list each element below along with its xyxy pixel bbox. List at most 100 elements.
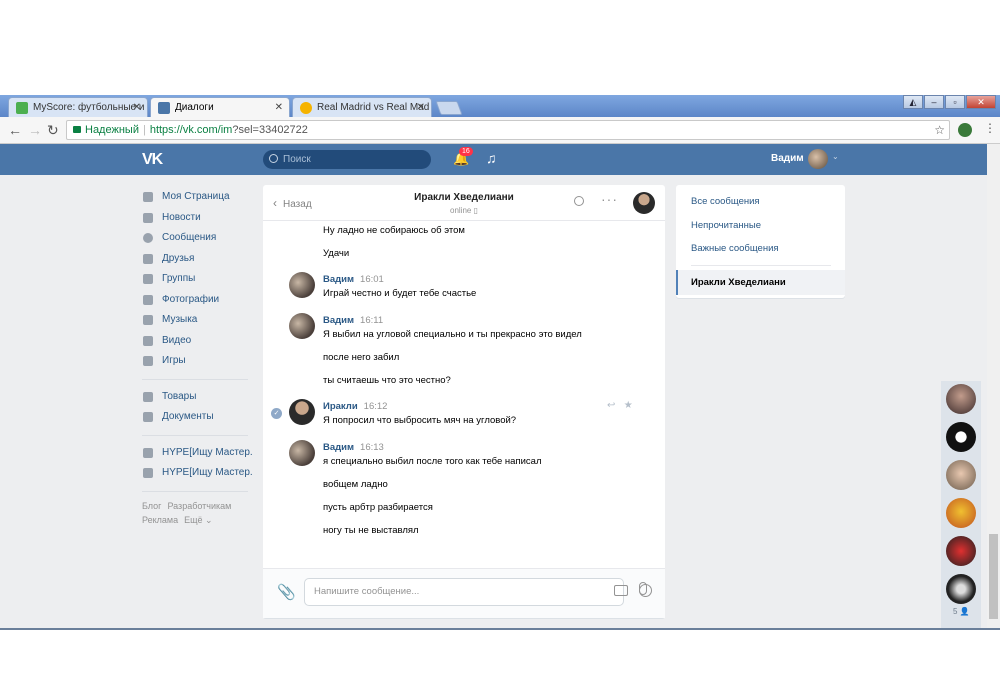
tab-dialogs[interactable]: Диалоги ✕ — [150, 97, 290, 117]
message-text: ты считаешь что это честно? — [323, 375, 451, 386]
avatar[interactable] — [289, 313, 315, 339]
vk-header: VK Поиск 🔔 16 ♫ Вадим ⌄ — [0, 144, 1000, 175]
ads-link[interactable]: Реклама — [142, 515, 178, 525]
author-name[interactable]: Иракли — [323, 401, 358, 412]
sidebar-item-my-page[interactable]: Моя Страница — [142, 187, 252, 208]
sidebar-item-games[interactable]: Игры — [142, 351, 252, 372]
author-name[interactable]: Вадим — [323, 315, 354, 326]
document-icon — [143, 412, 153, 422]
message-text: Удачи — [323, 248, 350, 259]
blog-link[interactable]: Блог — [142, 501, 161, 511]
close-icon[interactable]: ✕ — [417, 98, 425, 117]
user-avatar[interactable] — [808, 149, 828, 169]
sidebar-item-documents[interactable]: Документы — [142, 407, 252, 428]
filter-important[interactable]: Важные сообщения — [691, 243, 779, 254]
sidebar-item-group-hype-2[interactable]: HYPE[Ищу Мастер.. — [142, 463, 252, 484]
search-icon[interactable] — [574, 196, 584, 206]
selected-conversation[interactable]: Иракли Хведелиани — [676, 270, 845, 295]
divider — [142, 434, 248, 436]
close-icon[interactable]: ✕ — [275, 98, 283, 117]
microphone-icon[interactable] — [639, 582, 647, 595]
sidebar-item-news[interactable]: Новости — [142, 208, 252, 229]
sidebar-item-video[interactable]: Видео — [142, 331, 252, 352]
minimize-icon[interactable]: – — [924, 95, 944, 109]
developers-link[interactable]: Разработчикам — [167, 501, 231, 511]
chat-avatar[interactable] — [946, 574, 976, 604]
tab-real-madrid[interactable]: Real Madrid vs Real Mad ✕ — [292, 97, 432, 117]
extension-icon[interactable] — [958, 123, 972, 137]
online-count: 5 👤 — [953, 607, 970, 616]
message-header: Вадим 16:11 — [323, 315, 383, 326]
author-name[interactable]: Вадим — [323, 442, 354, 453]
more-link[interactable]: Ещё ⌄ — [184, 515, 212, 525]
page-scrollbar[interactable] — [987, 144, 1000, 630]
sidebar-item-goods[interactable]: Товары — [142, 387, 252, 408]
search-input[interactable]: Поиск — [263, 150, 431, 169]
new-tab-button[interactable] — [435, 101, 463, 115]
chat-avatar[interactable] — [946, 536, 976, 566]
star-favicon-icon — [300, 102, 312, 114]
notifications-count: 16 — [459, 147, 473, 156]
reload-icon[interactable]: ↻ — [47, 122, 59, 139]
message-time: 16:01 — [360, 274, 384, 285]
avatar[interactable] — [289, 399, 315, 425]
maximize-icon[interactable]: ▫ — [945, 95, 965, 109]
close-icon[interactable]: ✕ — [133, 98, 141, 117]
film-icon — [143, 335, 153, 346]
sidebar-item-group-hype-1[interactable]: HYPE[Ищу Мастер.. — [142, 443, 252, 464]
paperclip-icon[interactable]: 📎 — [277, 583, 296, 601]
read-check-icon[interactable]: ✓ — [271, 408, 282, 419]
more-icon[interactable]: ··· — [601, 191, 618, 207]
chat-avatar[interactable] — [946, 498, 976, 528]
chat-avatar[interactable] — [946, 422, 976, 452]
chat-bubble-icon — [143, 233, 153, 243]
message-history: Ну ладно не собираюсь об этом Удачи Вади… — [263, 222, 665, 562]
address-bar: ← → ↻ Надежный | https://vk.com/im?sel=334… — [0, 117, 1000, 144]
message-time: 16:13 — [360, 442, 384, 453]
group-icon — [143, 274, 153, 284]
divider — [142, 490, 248, 492]
message-text: ногу ты не выставлял — [323, 525, 419, 536]
forward-arrow-icon[interactable]: → — [28, 122, 42, 138]
vk-favicon-icon — [158, 102, 170, 114]
back-arrow-icon[interactable]: ← — [8, 122, 22, 138]
star-icon[interactable]: ★ — [624, 400, 633, 411]
group-icon — [143, 468, 153, 478]
vk-logo[interactable]: VK — [142, 151, 163, 169]
sidebar-item-photos[interactable]: Фотографии — [142, 290, 252, 311]
music-icon — [143, 315, 153, 325]
sidebar-item-friends[interactable]: Друзья — [142, 249, 252, 270]
url-input[interactable]: Надежный | https://vk.com/im?sel=33402722 … — [66, 120, 950, 140]
browser-menu-icon[interactable]: ⋮ — [984, 121, 996, 135]
contact-avatar[interactable] — [633, 192, 655, 214]
sidebar-item-music[interactable]: Музыка — [142, 310, 252, 331]
online-status: online ▯ — [450, 206, 478, 215]
filter-all-messages[interactable]: Все сообщения — [691, 196, 760, 207]
reply-icon[interactable]: ↩ — [607, 400, 615, 411]
message-input[interactable]: Напишите сообщение... — [304, 578, 652, 606]
bookmark-star-icon[interactable]: ☆ — [934, 121, 945, 139]
music-note-icon[interactable]: ♫ — [486, 150, 497, 166]
camera-icon[interactable] — [614, 585, 628, 596]
close-window-icon[interactable]: ✕ — [966, 95, 996, 109]
message-composer: 📎 Напишите сообщение... — [263, 568, 665, 618]
author-name[interactable]: Вадим — [323, 274, 354, 285]
news-icon — [143, 212, 153, 223]
notifications-bell-icon[interactable]: 🔔 16 — [453, 147, 473, 167]
gamepad-icon — [143, 356, 153, 366]
sidebar-item-messages[interactable]: Сообщения — [142, 228, 252, 249]
tab-myscore[interactable]: MyScore: футбольные и ✕ — [8, 97, 148, 117]
user-icon[interactable]: ◭ — [903, 95, 923, 109]
avatar[interactable] — [289, 272, 315, 298]
chat-bar: 5 👤 — [941, 381, 981, 628]
chat-avatar[interactable] — [946, 384, 976, 414]
chat-avatar[interactable] — [946, 460, 976, 490]
divider — [691, 265, 831, 266]
avatar[interactable] — [289, 440, 315, 466]
user-name[interactable]: Вадим — [771, 153, 804, 164]
scrollbar-thumb[interactable] — [989, 534, 998, 619]
sidebar-item-groups[interactable]: Группы — [142, 269, 252, 290]
chevron-down-icon[interactable]: ⌄ — [832, 152, 839, 161]
browser-tabstrip: MyScore: футбольные и ✕ Диалоги ✕ Real M… — [0, 95, 1000, 117]
filter-unread[interactable]: Непрочитанные — [691, 220, 761, 231]
